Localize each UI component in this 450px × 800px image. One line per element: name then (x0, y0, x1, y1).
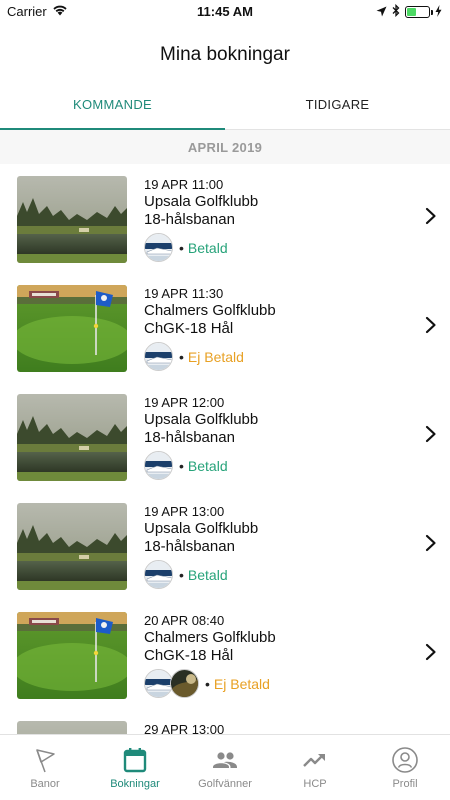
nav-golfvanner[interactable]: Golfvänner (180, 735, 270, 800)
booking-info: 19 APR 11:30 Chalmers Golfklubb ChGK-18 Hå… (144, 286, 276, 371)
page-title: Mina bokningar (160, 44, 290, 65)
avatar (144, 451, 173, 480)
avatar (170, 669, 199, 698)
booking-club: Upsala Golfklubb (144, 520, 259, 537)
chevron-right-icon[interactable] (424, 315, 438, 335)
booking-course: 18-hålsbanan (144, 211, 235, 228)
bluetooth-icon (392, 3, 400, 20)
course-image-green (17, 612, 127, 699)
payment-status: Betald (187, 239, 228, 256)
nav-label-bokningar: Bokningar (110, 778, 160, 790)
tab-kommande[interactable]: KOMMANDE (0, 88, 225, 130)
nav-label-golfvanner: Golfvänner (198, 778, 252, 790)
trending-up-icon (301, 746, 329, 774)
booking-course: 18-hålsbanan (144, 429, 235, 446)
booking-item[interactable]: 19 APR 12:00 Upsala Golfklubb 18-hålsbanan… (0, 382, 450, 491)
people-icon (211, 746, 239, 774)
bottom-nav: Banor Bokningar Golfvänner HCP Profil (0, 734, 450, 800)
avatar (144, 233, 173, 262)
payment-status: Betald (187, 457, 228, 474)
nav-profil[interactable]: Profil (360, 735, 450, 800)
booking-club: Chalmers Golfklubb (144, 302, 276, 319)
separator-dot: • (179, 566, 184, 583)
separator-dot: • (179, 348, 184, 365)
payment-status: Ej Betald (213, 675, 270, 692)
nav-banor[interactable]: Banor (0, 735, 90, 800)
booking-meta: • Betald (144, 233, 258, 262)
nav-label-hcp: HCP (303, 778, 327, 790)
course-image-lake (17, 721, 127, 735)
booking-info: 20 APR 08:40 Chalmers Golfklubb ChGK-18 Hå… (144, 613, 276, 698)
booking-meta: • Betald (144, 451, 258, 480)
booking-course: ChGK-18 Hål (144, 647, 234, 664)
booking-item[interactable]: 20 APR 08:40 Chalmers Golfklubb ChGK-18 Hå… (0, 600, 450, 709)
payment-status: Betald (187, 566, 228, 583)
booking-meta: • Ej Betald (144, 342, 276, 371)
booking-club: Chalmers Golfklubb (144, 629, 276, 646)
booking-meta: • Ej Betald (144, 669, 276, 698)
booking-info: 19 APR 12:00 Upsala Golfklubb 18-hålsbanan… (144, 395, 258, 480)
nav-bokningar[interactable]: Bokningar (90, 735, 180, 800)
separator-dot: • (179, 239, 184, 256)
flag-icon (31, 746, 59, 774)
charging-icon (435, 4, 442, 20)
profile-icon (391, 746, 419, 774)
booking-info: 19 APR 11:00 Upsala Golfklubb 18-hålsbanan… (144, 177, 258, 262)
nav-label-banor: Banor (30, 778, 60, 790)
course-image-green (17, 285, 127, 372)
section-header-month: APRIL 2019 (0, 130, 450, 164)
booking-meta: • Betald (144, 560, 258, 589)
payment-status: Ej Betald (187, 348, 244, 365)
booking-datetime: 20 APR 08:40 (144, 613, 225, 628)
booking-info: 19 APR 13:00 Upsala Golfklubb 18-hålsbanan… (144, 504, 258, 589)
separator-dot: • (205, 675, 210, 692)
avatar (144, 560, 173, 589)
separator-dot: • (179, 457, 184, 474)
booking-club: Upsala Golfklubb (144, 193, 259, 210)
booking-course: ChGK-18 Hål (144, 320, 234, 337)
booking-club: Upsala Golfklubb (144, 411, 259, 428)
avatar (144, 669, 173, 698)
booking-datetime: 19 APR 11:30 (144, 286, 224, 301)
booking-item[interactable]: 29 APR 13:00 (0, 709, 450, 735)
course-image-lake (17, 394, 127, 481)
chevron-right-icon[interactable] (424, 533, 438, 553)
nav-hcp[interactable]: HCP (270, 735, 360, 800)
course-image-lake (17, 503, 127, 590)
course-image-lake (17, 176, 127, 263)
location-icon (376, 5, 387, 20)
avatar (144, 342, 173, 371)
calendar-icon (121, 746, 149, 774)
booking-datetime: 19 APR 12:00 (144, 395, 225, 410)
booking-datetime: 19 APR 13:00 (144, 504, 225, 519)
status-bar: Carrier 11:45 AM (0, 0, 450, 24)
booking-item[interactable]: 19 APR 13:00 Upsala Golfklubb 18-hålsbanan… (0, 491, 450, 600)
chevron-right-icon[interactable] (424, 642, 438, 662)
booking-datetime: 19 APR 11:00 (144, 177, 224, 192)
chevron-right-icon[interactable] (424, 206, 438, 226)
tab-tidigare[interactable]: TIDIGARE (225, 88, 450, 129)
booking-list: 19 APR 11:00 Upsala Golfklubb 18-hålsbanan… (0, 164, 450, 735)
booking-course: 18-hålsbanan (144, 538, 235, 555)
battery-icon (405, 6, 433, 18)
booking-item[interactable]: 19 APR 11:30 Chalmers Golfklubb ChGK-18 Hå… (0, 273, 450, 382)
status-indicators (376, 3, 442, 20)
tab-bar: KOMMANDE TIDIGARE (0, 88, 450, 130)
chevron-right-icon[interactable] (424, 424, 438, 444)
nav-label-profil: Profil (392, 778, 418, 790)
booking-item[interactable]: 19 APR 11:00 Upsala Golfklubb 18-hålsbanan… (0, 164, 450, 273)
